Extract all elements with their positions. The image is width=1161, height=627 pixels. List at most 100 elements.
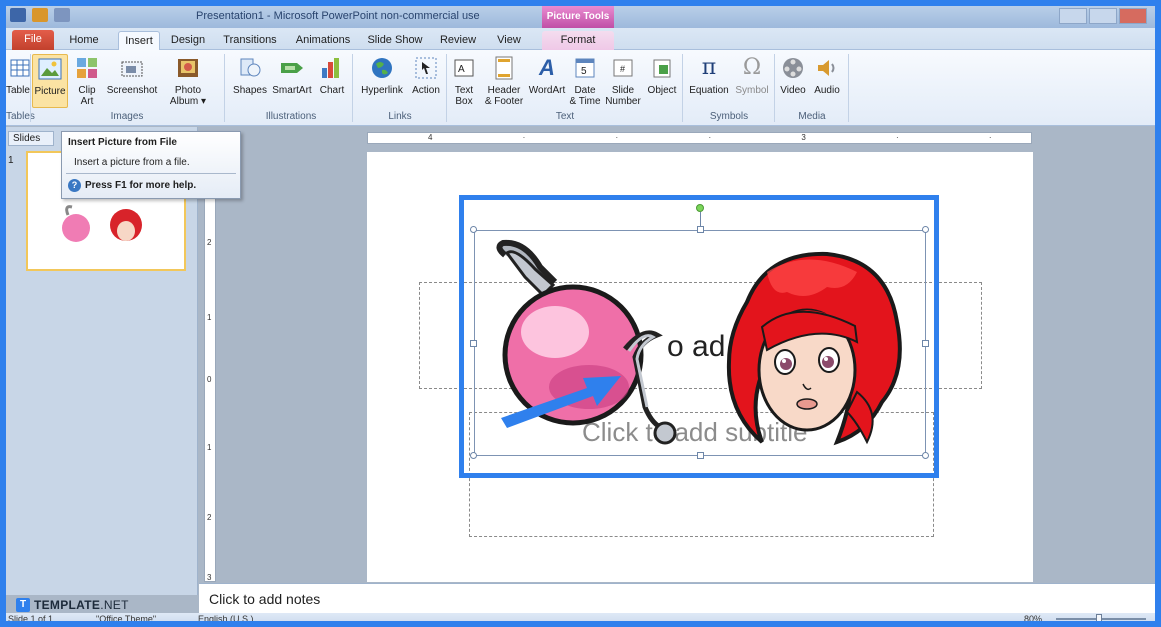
group-symbols: Symbols	[709, 111, 749, 122]
symbol-label: Symbol	[735, 85, 769, 96]
undo-icon[interactable]	[32, 8, 48, 22]
tab-review[interactable]: Review	[436, 31, 480, 50]
status-bar: Slide 1 of 1 "Office Theme" English (U.S…	[6, 613, 1155, 621]
maximize-button[interactable]	[1089, 8, 1117, 24]
slide-thumb-number: 1	[8, 155, 14, 166]
wordart-label: WordArt	[528, 85, 566, 96]
notes-pane[interactable]: Click to add notes	[199, 583, 1155, 613]
equation-label: Equation	[689, 85, 729, 96]
close-button[interactable]	[1119, 8, 1147, 24]
symbol-button[interactable]: Ω Symbol	[734, 54, 770, 96]
video-label: Video	[780, 85, 806, 96]
group-illustrations: Illustrations	[265, 111, 317, 122]
slide-number-label: Slide	[611, 85, 635, 96]
tooltip-description: Insert a picture from a file.	[74, 157, 190, 168]
photo-album-button[interactable]: Photo Album ▾	[162, 54, 214, 107]
zoom-level[interactable]: 80%	[1024, 614, 1042, 621]
screenshot-button[interactable]: Screenshot	[104, 54, 160, 96]
language[interactable]: English (U.S.)	[198, 614, 254, 621]
brand-name: TEMPLATE.NET	[34, 598, 129, 612]
tab-insert[interactable]: Insert	[118, 31, 160, 50]
picture-label: Picture	[34, 86, 66, 97]
ribbon-separator	[224, 54, 225, 122]
equation-button[interactable]: π Equation	[686, 54, 732, 96]
clip-art-label: Clip	[78, 85, 96, 96]
chart-button[interactable]: Chart	[316, 54, 348, 96]
editing-area: 4 · · · 3 · · · 2 · · · 1 · · · 0 · · · …	[199, 127, 1155, 582]
tab-slide-show[interactable]: Slide Show	[364, 31, 426, 50]
tab-format[interactable]: Format	[542, 31, 614, 50]
picture-tools-label: Picture Tools	[542, 6, 614, 28]
object-label: Object	[647, 85, 677, 96]
minimize-button[interactable]	[1059, 8, 1087, 24]
date-time-button[interactable]: 5 Date & Time	[568, 54, 602, 107]
table-button[interactable]: Table	[6, 54, 30, 96]
globe-icon	[368, 54, 396, 82]
text-box-button[interactable]: A Text Box	[450, 54, 478, 107]
wordart-icon: A	[539, 55, 555, 80]
ribbon-tabs: File Home Insert Design Transitions Anim…	[6, 28, 1155, 50]
action-icon	[412, 54, 440, 82]
brand-watermark: T TEMPLATE.NET	[16, 598, 129, 612]
clip-art-button[interactable]: Clip Art	[72, 54, 102, 107]
header-footer-button[interactable]: Header & Footer	[482, 54, 526, 107]
clip-art-icon	[73, 54, 101, 82]
text-box-label: Text	[454, 85, 474, 96]
speaker-icon	[813, 54, 841, 82]
group-media: Media	[798, 111, 826, 122]
audio-label: Audio	[814, 85, 840, 96]
vruler-mark: 3	[207, 573, 212, 582]
ruler-marks: 4 · · · 3 · · · 2 · · · 1 · · · 0 · · · …	[428, 133, 1031, 142]
group-links: Links	[388, 111, 412, 122]
save-icon[interactable]	[10, 8, 26, 22]
pi-icon: π	[701, 55, 717, 80]
tooltip-divider	[66, 173, 236, 174]
group-images: Images	[110, 111, 144, 122]
header-footer-label-2: & Footer	[484, 96, 524, 107]
redo-icon[interactable]	[54, 8, 70, 22]
ribbon-separator	[848, 54, 849, 122]
smartart-button[interactable]: SmartArt	[268, 54, 316, 96]
group-text: Text	[555, 111, 575, 122]
vruler-mark: 1	[207, 443, 212, 452]
brand-name-suffix: .NET	[100, 598, 129, 612]
tab-file[interactable]: File	[12, 30, 54, 50]
svg-text:5: 5	[581, 66, 587, 77]
video-button[interactable]: Video	[778, 54, 808, 96]
slide-number-icon: #	[609, 54, 637, 82]
slide-number-button[interactable]: # Slide Number	[604, 54, 642, 107]
object-button[interactable]: Object	[644, 54, 680, 96]
header-footer-label: Header	[487, 85, 521, 96]
vruler-mark: 2	[207, 238, 212, 247]
wordart-button[interactable]: A WordArt	[526, 54, 568, 96]
quick-access-toolbar	[10, 8, 70, 22]
app-frame: Presentation1 - Microsoft PowerPoint non…	[0, 0, 1161, 627]
action-button[interactable]: Action	[408, 54, 444, 96]
hyperlink-label: Hyperlink	[361, 85, 403, 96]
tab-animations[interactable]: Animations	[292, 31, 354, 50]
pointer-arrow-icon	[501, 376, 621, 428]
brand-logo-icon: T	[16, 598, 30, 612]
zoom-slider-thumb[interactable]	[1096, 614, 1102, 621]
vruler-mark: 1	[207, 313, 212, 322]
picture-button[interactable]: Picture	[32, 54, 68, 108]
notes-placeholder: Click to add notes	[209, 591, 321, 607]
shapes-button[interactable]: Shapes	[232, 54, 268, 96]
tab-view[interactable]: View	[490, 31, 528, 50]
calendar-icon: 5	[571, 54, 599, 82]
slide-canvas[interactable]: o ad Click to add subtitle	[367, 152, 1033, 582]
tab-design[interactable]: Design	[166, 31, 210, 50]
shapes-label: Shapes	[233, 85, 267, 96]
brand-name-bold: TEMPLATE	[34, 598, 101, 612]
theme-name[interactable]: "Office Theme"	[96, 614, 156, 621]
tooltip-help: ? Press F1 for more help.	[68, 179, 196, 192]
svg-text:A: A	[458, 64, 465, 75]
hyperlink-button[interactable]: Hyperlink	[356, 54, 408, 96]
tab-transitions[interactable]: Transitions	[218, 31, 282, 50]
chart-label: Chart	[319, 85, 345, 96]
audio-button[interactable]: Audio	[810, 54, 844, 96]
tab-home[interactable]: Home	[64, 31, 104, 50]
slide-number-label-2: Number	[605, 96, 641, 107]
ribbon-separator	[352, 54, 353, 122]
slides-tab[interactable]: Slides	[8, 131, 54, 146]
